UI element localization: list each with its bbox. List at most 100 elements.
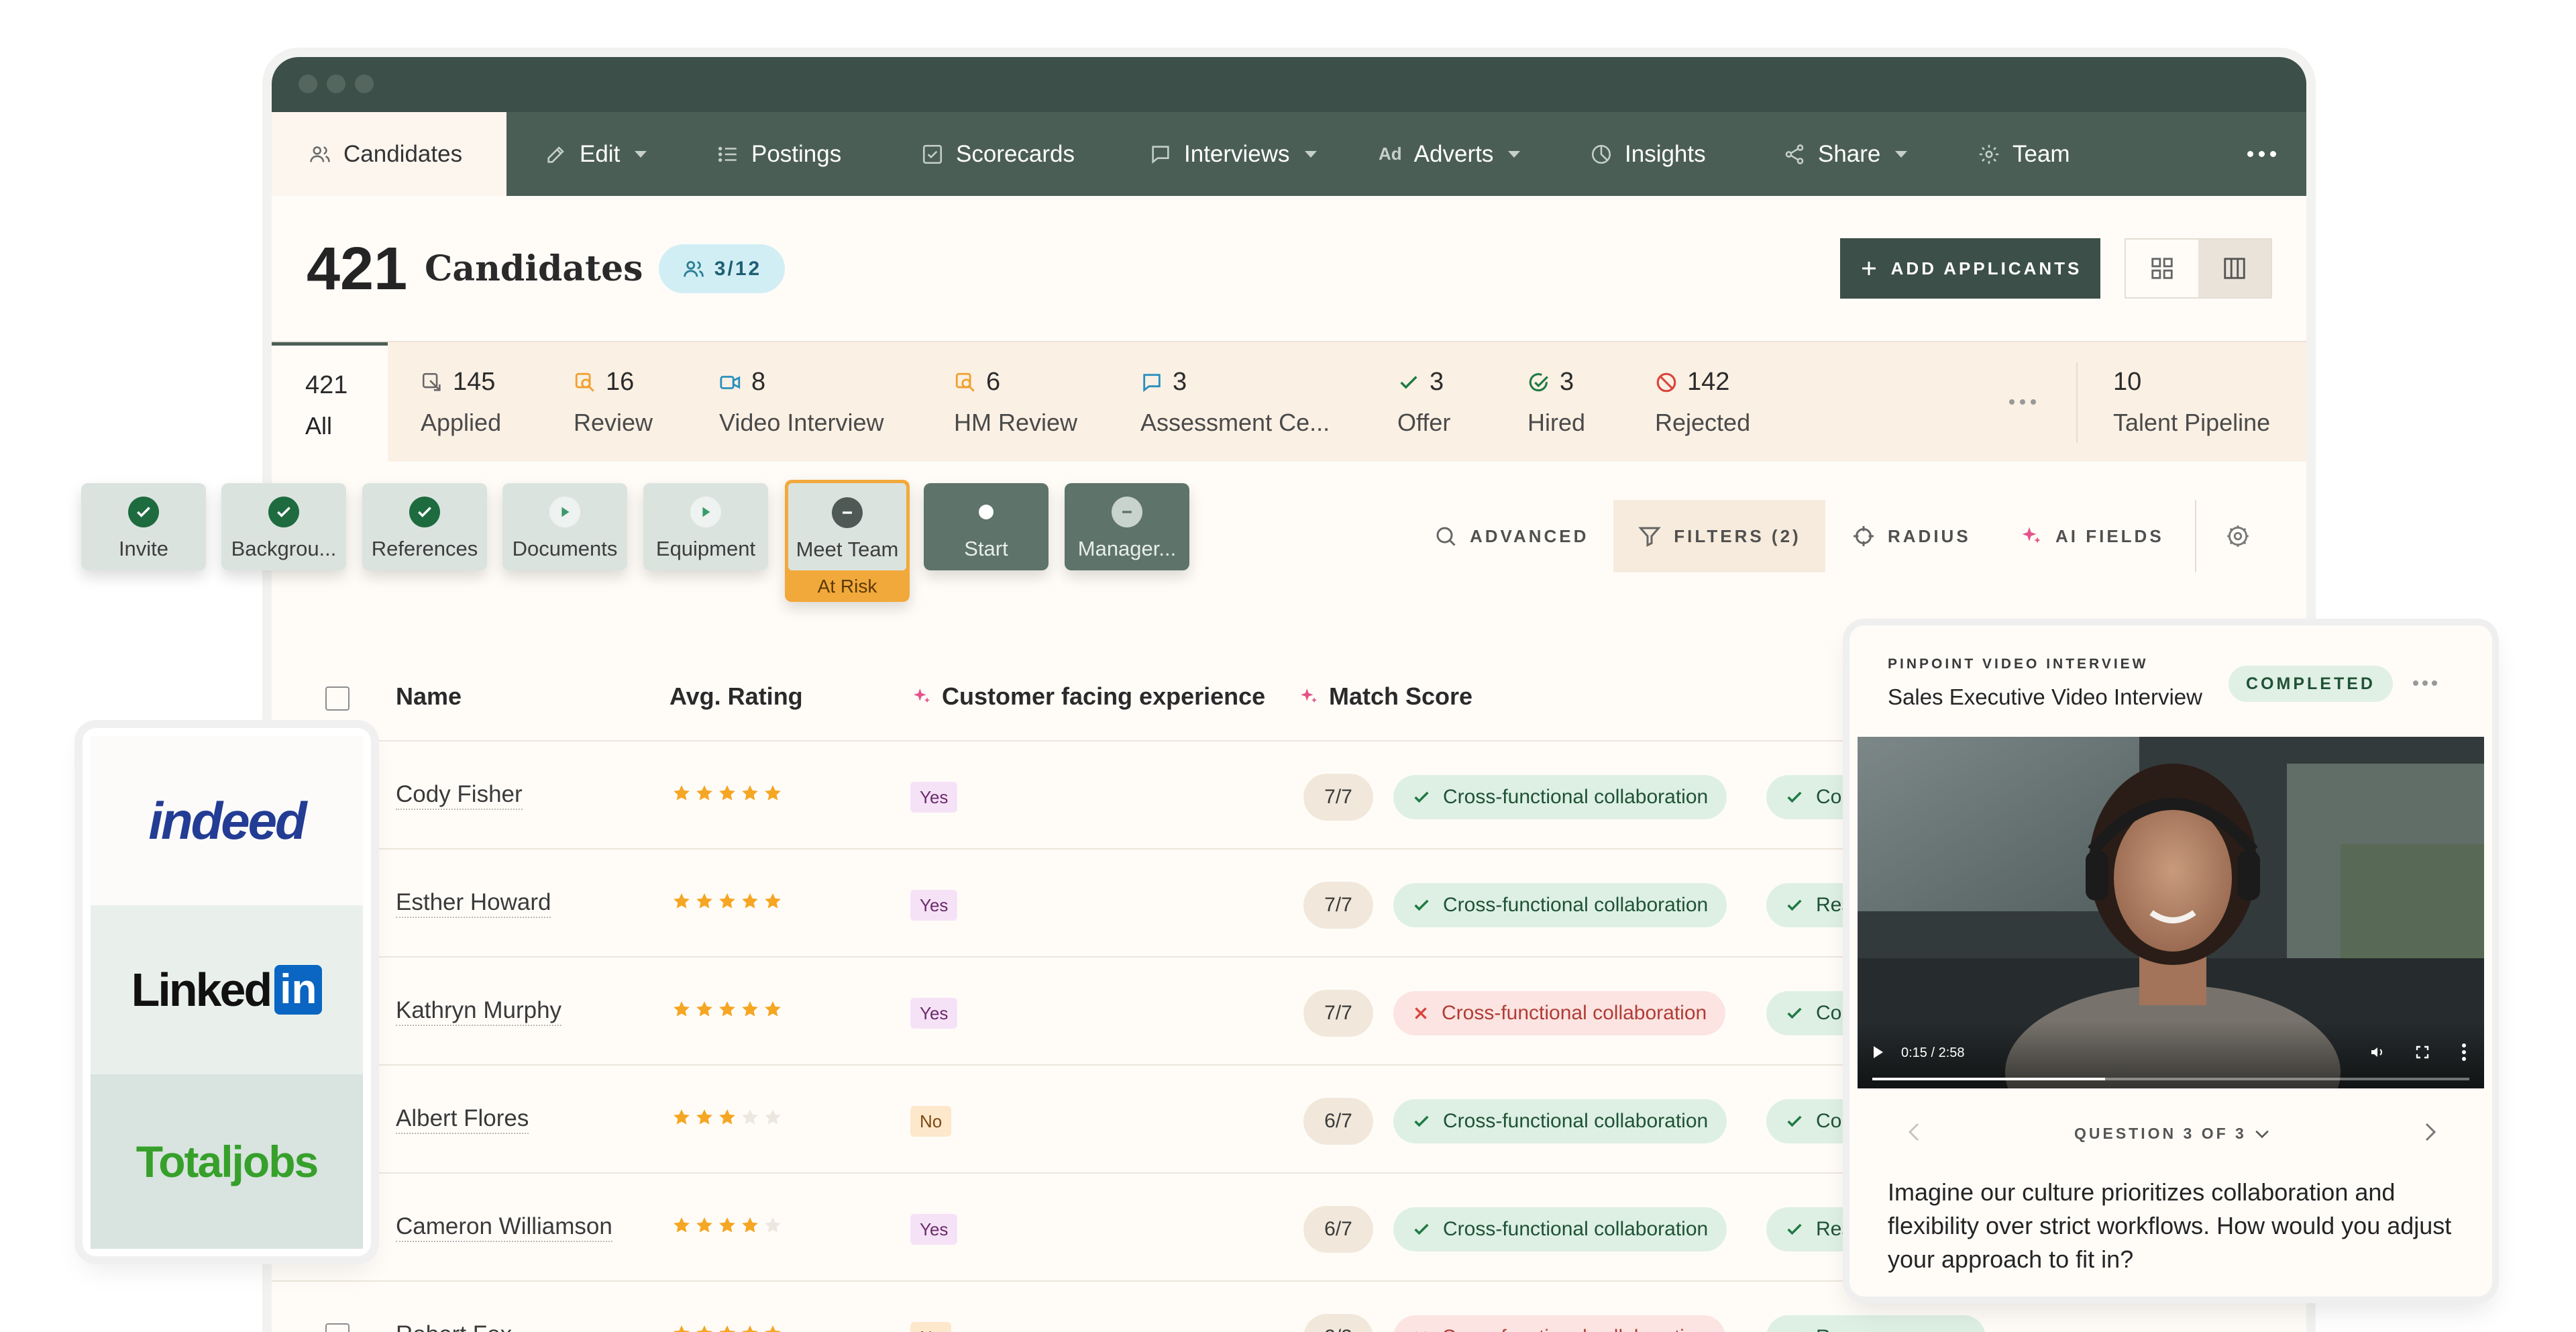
nav-edit[interactable]: Edit xyxy=(545,112,647,196)
nav-postings[interactable]: Postings xyxy=(716,112,841,196)
toolbar-divider xyxy=(2195,500,2196,572)
plus-icon xyxy=(1859,258,1879,278)
stage-label: Video Interview xyxy=(719,409,884,436)
candidate-name[interactable]: Albert Flores xyxy=(396,1105,529,1134)
row-checkbox[interactable] xyxy=(325,1323,350,1332)
stage-tab-talent-pipeline[interactable]: 10 Talent Pipeline xyxy=(2113,342,2270,463)
panel-more-button[interactable] xyxy=(2413,680,2437,686)
workflow-step-label: References xyxy=(371,537,478,560)
stages-more-button[interactable] xyxy=(2009,399,2036,405)
candidate-name[interactable]: Kathryn Murphy xyxy=(396,996,562,1026)
volume-icon[interactable] xyxy=(2369,1044,2386,1060)
team-count-pill[interactable]: 3/12 xyxy=(659,244,785,293)
workflow-step-label: Equipment xyxy=(655,537,756,560)
nav-adverts[interactable]: Ad Adverts xyxy=(1379,112,1521,196)
question-nav-label: QUESTION 3 OF 3 xyxy=(2074,1125,2247,1142)
stage-tab-all[interactable]: 421 All xyxy=(272,342,388,463)
nav-insights[interactable]: Insights xyxy=(1590,112,1706,196)
star-icon xyxy=(763,783,783,803)
play-icon[interactable] xyxy=(1872,1045,1884,1059)
column-header-name[interactable]: Name xyxy=(396,682,462,711)
match-score-pill: 6/7 xyxy=(1303,1098,1373,1145)
stage-tab-applied[interactable]: 145 Applied xyxy=(421,342,501,463)
stage-tab-hm-review[interactable]: 6 HM Review xyxy=(954,342,1077,463)
linkedin-logo: Linked in xyxy=(91,905,363,1074)
nav-share[interactable]: Share xyxy=(1783,112,1908,196)
skill-tag: Cross-functional collaboration xyxy=(1393,775,1727,819)
workflow-step[interactable]: Backgrou... xyxy=(221,483,346,570)
star-icon xyxy=(672,891,692,911)
workflow-step[interactable]: References xyxy=(362,483,487,570)
column-header-rating[interactable]: Avg. Rating xyxy=(669,682,803,711)
grid-icon xyxy=(2149,256,2175,281)
page-title: Candidates xyxy=(425,248,643,289)
chevron-left-icon[interactable] xyxy=(1907,1122,1921,1142)
stage-tab-offer[interactable]: 3 Offer xyxy=(1397,342,1450,463)
workflow-step[interactable]: Meet Team At Risk xyxy=(785,480,910,602)
workflow-step[interactable]: Start xyxy=(924,483,1049,570)
video-player[interactable]: 0:15 / 2:58 xyxy=(1858,737,2484,1088)
stage-label: Rejected xyxy=(1655,409,1751,436)
video-more-icon[interactable] xyxy=(2461,1043,2467,1062)
more-dot-icon xyxy=(2259,151,2265,157)
candidate-name[interactable]: Cameron Williamson xyxy=(396,1213,612,1242)
workflow-step[interactable]: Invite xyxy=(81,483,206,570)
video-progress-fill xyxy=(1872,1078,2106,1080)
nav-candidates[interactable]: Candidates xyxy=(272,112,506,196)
check-circle-icon xyxy=(128,497,159,527)
video-progress-track[interactable] xyxy=(1872,1078,2469,1080)
chevron-right-icon[interactable] xyxy=(2423,1122,2438,1142)
fullscreen-icon[interactable] xyxy=(2414,1044,2430,1060)
candidate-name[interactable]: Robert Fox xyxy=(396,1321,512,1332)
question-selector[interactable]: QUESTION 3 OF 3 xyxy=(2074,1125,2269,1143)
table-settings-button[interactable] xyxy=(2225,500,2251,572)
video-interview-panel: PINPOINT VIDEO INTERVIEW Sales Executive… xyxy=(1849,625,2492,1296)
grid-view-button[interactable] xyxy=(2126,240,2198,297)
rating-stars xyxy=(672,891,783,911)
view-toggle xyxy=(2125,238,2272,299)
stage-tab-video-interview[interactable]: 8 Video Interview xyxy=(719,342,883,463)
workflow-step[interactable]: Manager... xyxy=(1065,483,1189,570)
nav-team[interactable]: Team xyxy=(1978,112,2070,196)
workflow-step[interactable]: Documents xyxy=(502,483,627,570)
customer-facing-badge: Yes xyxy=(910,782,958,813)
select-all-checkbox[interactable] xyxy=(325,686,350,711)
interview-title: Sales Executive Video Interview xyxy=(1888,684,2202,709)
star-icon xyxy=(763,891,783,911)
nav-interviews[interactable]: Interviews xyxy=(1149,112,1317,196)
review-icon xyxy=(574,371,596,394)
workflow-step[interactable]: Equipment xyxy=(643,483,768,570)
sparkle-icon xyxy=(1298,686,1320,707)
ai-fields-button[interactable]: AI FIELDS xyxy=(2019,500,2164,572)
stage-tab-hired[interactable]: 3 Hired xyxy=(1527,342,1585,463)
more-dot-icon xyxy=(2009,399,2015,405)
share-icon xyxy=(1783,143,1806,166)
candidate-name[interactable]: Cody Fisher xyxy=(396,780,523,810)
star-icon xyxy=(740,999,760,1019)
nav-scorecards[interactable]: Scorecards xyxy=(921,112,1075,196)
stage-tab-assessment[interactable]: 3 Assessment Ce... xyxy=(1140,342,1330,463)
add-applicants-button[interactable]: ADD APPLICANTS xyxy=(1840,238,2100,299)
star-icon xyxy=(763,999,783,1019)
stage-tab-review[interactable]: 16 Review xyxy=(574,342,653,463)
stage-tab-rejected[interactable]: 142 Rejected xyxy=(1655,342,1750,463)
advanced-search-button[interactable]: ADVANCED xyxy=(1434,500,1589,572)
candidate-name[interactable]: Esther Howard xyxy=(396,888,551,918)
more-menu-button[interactable] xyxy=(2247,112,2276,196)
stage-count: 8 xyxy=(751,368,766,396)
column-header-label: Name xyxy=(396,682,462,710)
column-view-button[interactable] xyxy=(2198,240,2271,297)
column-header-label: Match Score xyxy=(1329,682,1473,710)
filters-button[interactable]: FILTERS (2) xyxy=(1613,500,1825,572)
chat-icon xyxy=(1140,371,1163,394)
more-dot-icon xyxy=(2422,680,2428,686)
stage-label: Hired xyxy=(1527,409,1586,436)
users-icon xyxy=(682,258,705,280)
window-close-dot[interactable] xyxy=(299,74,317,93)
window-minimize-dot[interactable] xyxy=(327,74,345,93)
radius-button[interactable]: RADIUS xyxy=(1851,500,1971,572)
window-maximize-dot[interactable] xyxy=(355,74,374,93)
column-header-customer-facing[interactable]: Customer facing experience xyxy=(911,682,1265,711)
column-header-match-score[interactable]: Match Score xyxy=(1298,682,1472,711)
gear-icon xyxy=(1978,143,2000,166)
